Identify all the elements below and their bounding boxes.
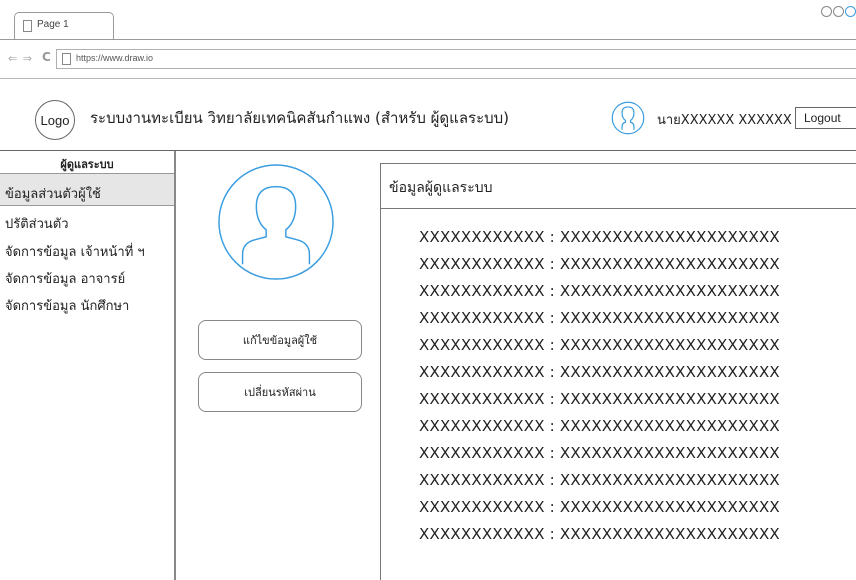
page-icon — [62, 53, 71, 65]
browser-tab-bar: Page 1 — [0, 0, 856, 40]
sidebar-item-manage-teachers[interactable]: จัดการข้อมูล อาจารย์ — [5, 268, 125, 289]
app-title: ระบบงานทะเบียน วิทยาลัยเทคนิคสันกำแพง (ส… — [90, 109, 510, 127]
window-controls — [820, 2, 856, 17]
info-row: XXXXXXXXXXXX : XXXXXXXXXXXXXXXXXXXXX — [419, 255, 780, 273]
info-row: XXXXXXXXXXXX : XXXXXXXXXXXXXXXXXXXXX — [419, 282, 780, 300]
info-row: XXXXXXXXXXXX : XXXXXXXXXXXXXXXXXXXXX — [419, 336, 780, 354]
sidebar-item-manage-staff[interactable]: จัดการข้อมูล เจ้าหน้าที่ ฯ — [5, 241, 145, 262]
app-header: Logo ระบบงานทะเบียน วิทยาลัยเทคนิคสันกำแ… — [0, 79, 856, 151]
address-bar[interactable]: https://www.draw.io — [56, 49, 856, 69]
window-button-icon[interactable] — [833, 6, 844, 17]
sidebar-item-profile[interactable]: ปรัติส่วนตัว — [5, 213, 69, 234]
browser-tab-label: Page 1 — [37, 19, 69, 30]
back-forward-icon[interactable]: ⇐ ⇒ — [8, 52, 33, 65]
logo: Logo — [35, 100, 75, 140]
edit-user-button[interactable]: แก้ไขข้อมูลผู้ใช้ — [198, 320, 362, 360]
admin-info-panel: ข้อมูลผู้ดูแลระบบ XXXXXXXXXXXX : XXXXXXX… — [380, 163, 856, 580]
sidebar: ผู้ดูแลระบบ ข้อมูลส่วนตัวผู้ใช้ ปรัติส่ว… — [0, 151, 176, 580]
info-row: XXXXXXXXXXXX : XXXXXXXXXXXXXXXXXXXXX — [419, 498, 780, 516]
divider — [381, 208, 856, 209]
info-row: XXXXXXXXXXXX : XXXXXXXXXXXXXXXXXXXXX — [419, 228, 780, 246]
info-row: XXXXXXXXXXXX : XXXXXXXXXXXXXXXXXXXXX — [419, 363, 780, 381]
sidebar-title: ผู้ดูแลระบบ — [60, 158, 114, 171]
info-row: XXXXXXXXXXXX : XXXXXXXXXXXXXXXXXXXXX — [419, 471, 780, 489]
sidebar-item-user-info[interactable]: ข้อมูลส่วนตัวผู้ใช้ — [5, 183, 101, 204]
profile-avatar-icon — [218, 164, 334, 280]
address-url: https://www.draw.io — [76, 53, 154, 63]
window-button-icon[interactable] — [821, 6, 832, 17]
info-row: XXXXXXXXXXXX : XXXXXXXXXXXXXXXXXXXXX — [419, 525, 780, 543]
page-icon — [23, 20, 32, 32]
browser-tab[interactable]: Page 1 — [14, 12, 114, 40]
info-row: XXXXXXXXXXXX : XXXXXXXXXXXXXXXXXXXXX — [419, 390, 780, 408]
username: นายXXXXXX XXXXXX — [657, 113, 792, 128]
change-password-button[interactable]: เปลี่ยนรหัสผ่าน — [198, 372, 362, 412]
info-row: XXXXXXXXXXXX : XXXXXXXXXXXXXXXXXXXXX — [419, 417, 780, 435]
window-button-icon[interactable] — [845, 6, 856, 17]
logout-button[interactable]: Logout — [795, 107, 856, 129]
panel-title: ข้อมูลผู้ดูแลระบบ — [389, 180, 493, 196]
browser-nav-bar: ⇐ ⇒ C https://www.draw.io — [0, 40, 856, 78]
info-row: XXXXXXXXXXXX : XXXXXXXXXXXXXXXXXXXXX — [419, 444, 780, 462]
user-avatar-icon[interactable] — [611, 101, 645, 135]
info-row: XXXXXXXXXXXX : XXXXXXXXXXXXXXXXXXXXX — [419, 309, 780, 327]
sidebar-item-manage-students[interactable]: จัดการข้อมูล นักศึกษา — [5, 295, 129, 316]
reload-icon[interactable]: C — [42, 50, 51, 64]
